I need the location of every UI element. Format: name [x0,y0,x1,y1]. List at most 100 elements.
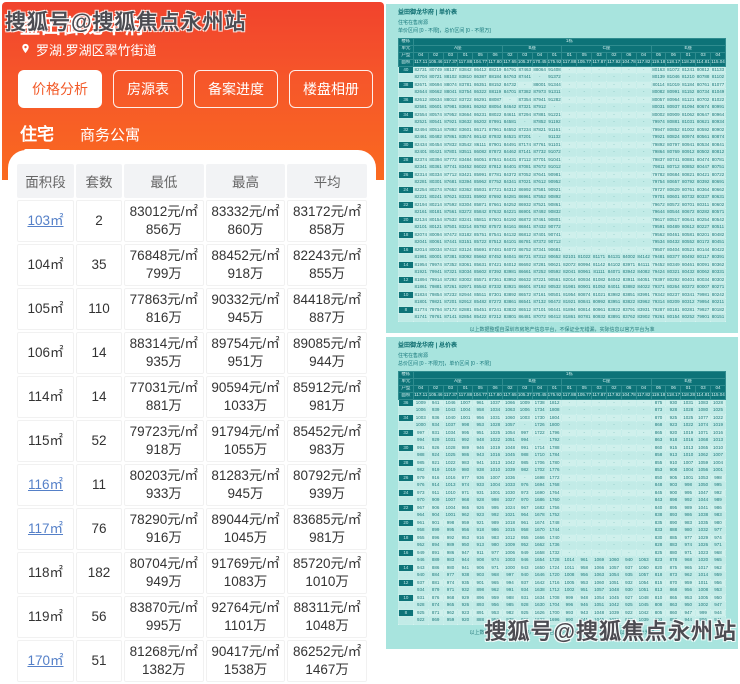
price-cell: - [592,171,607,179]
price-cell: - [636,156,651,164]
price-cell: 1026 [696,542,711,550]
price-cell: 80082 [651,89,666,97]
price-cell: 83722 [458,96,473,104]
grid-header-cell: 114.81 [696,392,711,399]
grid-data-row: 8817747979487172828818545187241838328651… [399,306,726,314]
price-cell: 80201 [696,231,711,239]
price-cell: 926 [473,504,488,512]
price-cell: 906 [473,564,488,572]
price-cell: 80674 [696,104,711,112]
floor-cell: 10 [399,291,414,299]
price-cell: 998 [458,422,473,430]
low-price-cell: 88314元/㎡935万 [124,332,204,374]
price-cell: 87592 [443,201,458,209]
price-cell: 81111 [592,269,607,277]
grid-header-cell: 119.18 [651,392,666,399]
price-cell: 81801 [413,299,428,307]
price-cell: 82881 [458,306,473,314]
grid-header-cell: 1栋 [413,38,725,45]
price-cell: - [621,164,636,172]
price-cell: 84581 [503,119,518,127]
price-cell: 87681 [443,179,458,187]
price-cell: 1031 [488,414,503,422]
price-cell: 959 [488,594,503,602]
price-cell: 82704 [413,74,428,82]
area-link[interactable]: 170㎡ [27,653,63,668]
floor-cell: 17 [399,542,414,550]
sheet-title: 益田御龙华府 | 单价表 [398,9,726,19]
high-price-cell: 89754元/㎡951万 [206,332,286,374]
grid-header-cell: 118.28 [681,392,696,399]
grid-data-row: 219649041001962923992102196416781752----… [399,512,726,520]
price-cell: 1001 [711,467,726,475]
area-link[interactable]: 117㎡ [28,521,63,536]
price-cell: 80874 [577,291,592,299]
tab-price-analysis[interactable]: 价格分析 [18,70,102,108]
price-cell: - [577,437,592,445]
price-cell: - [532,437,547,445]
price-cell: 81981 [413,254,428,262]
price-cell: 1002 [562,587,577,595]
price-cell: 1734 [532,407,547,415]
price-cell: 947 [681,609,696,617]
grid-header-cell: 115.04 [711,59,726,66]
price-cell: 87532 [443,216,458,224]
price-cell: - [577,201,592,209]
price-cell: 80492 [681,254,696,262]
grid-data-row: 1093187696892989695998893116341708999948… [399,594,726,602]
tab-listing-table[interactable]: 房源表 [113,70,183,108]
grid-data-row: 2782341803618774183452860228781284401870… [399,164,726,172]
price-cell: - [636,194,651,202]
high-price-cell: 88452元/㎡918万 [206,244,286,286]
grid-data-row: 2998892410259869431016104598817101784---… [399,452,726,460]
area-link[interactable]: 116㎡ [28,477,63,492]
area-link[interactable]: 103㎡ [27,213,63,228]
floor-cell: 13 [399,572,414,580]
grid-header-cell: A座 [413,45,502,52]
price-cell: 991 [413,444,428,452]
price-cell: 81861 [413,284,428,292]
price-cell: 80961 [577,269,592,277]
price-cell: 87581 [532,186,547,194]
grid-data-row: 1281894799148729283002855718736183952866… [399,276,726,284]
price-cell: - [577,141,592,149]
price-cell: 81046 [666,74,681,82]
price-cell: 971 [488,564,503,572]
price-cell: 90801 [547,216,562,224]
grid-header-cell: 117.80 [488,59,503,66]
price-cell: - [621,534,636,542]
high-price-cell: 92764元/㎡1101万 [206,596,286,638]
price-cell: - [562,96,577,104]
subtab-commercial-apartment[interactable]: 商务公寓 [80,124,140,153]
price-cell: 81921 [413,269,428,277]
price-cell: 87332 [488,284,503,292]
price-cell: - [636,141,651,149]
price-cell: 884 [428,572,443,580]
price-cell: - [577,96,592,104]
price-cell: 903 [473,572,488,580]
price-cell: 81981 [562,284,577,292]
price-cell: - [607,194,622,202]
grid-header-cell: 05 [651,52,666,59]
tab-filing-progress[interactable]: 备案进度 [194,70,278,108]
price-cell: - [562,89,577,97]
subtab-residential[interactable]: 住宅 [20,120,54,153]
price-cell: 83331 [458,194,473,202]
sheet-title: 益田御龙华府 | 总价表 [398,342,726,352]
price-cell: 986 [711,504,726,512]
price-cell: 83061 [458,261,473,269]
location-row[interactable]: 罗湖.罗湖区翠竹街道 [20,40,157,59]
tab-photo-album[interactable]: 楼盘相册 [289,70,373,108]
price-cell: 805 [651,609,666,617]
price-cell: - [636,134,651,142]
price-cell: 994 [503,579,518,587]
price-cell: 80517 [666,216,681,224]
price-cell: 830 [651,534,666,542]
price-cell: 80182 [711,306,726,314]
price-cell: 858 [666,617,681,625]
price-cell: 1696 [547,617,562,625]
price-cell: - [577,66,592,74]
price-cell: - [607,164,622,172]
price-cell: - [607,497,622,505]
price-cell: - [592,399,607,407]
